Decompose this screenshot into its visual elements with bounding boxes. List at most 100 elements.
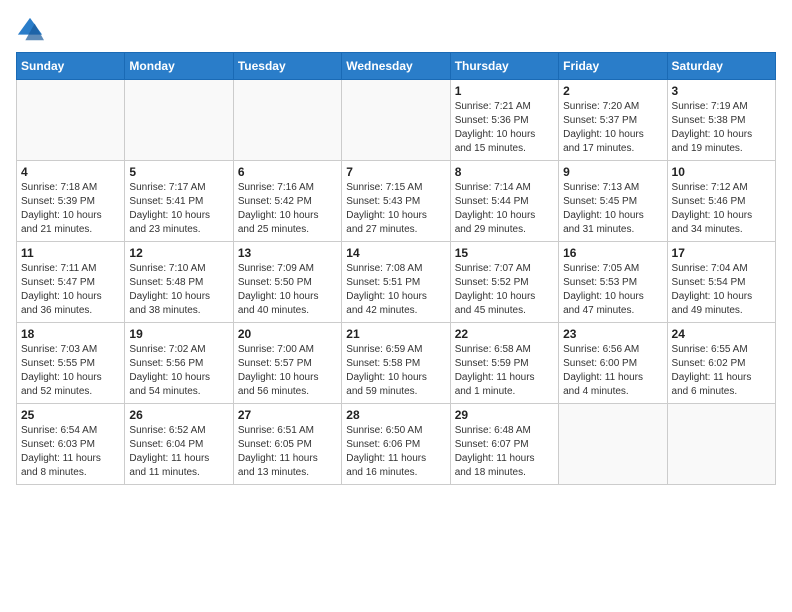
day-info: Sunrise: 7:15 AM Sunset: 5:43 PM Dayligh… xyxy=(346,181,445,237)
calendar-cell: 27 Sunrise: 6:51 AM Sunset: 6:05 PM Dayli… xyxy=(233,404,341,485)
day-info: Sunrise: 7:18 AM Sunset: 5:39 PM Dayligh… xyxy=(21,181,120,237)
day-number: 16 xyxy=(563,246,662,260)
day-info: Sunrise: 6:58 AM Sunset: 5:59 PM Dayligh… xyxy=(455,343,554,399)
day-info: Sunrise: 7:11 AM Sunset: 5:47 PM Dayligh… xyxy=(21,262,120,318)
day-number: 10 xyxy=(672,165,771,179)
calendar-table: SundayMondayTuesdayWednesdayThursdayFrid… xyxy=(16,52,776,485)
day-number: 2 xyxy=(563,84,662,98)
logo xyxy=(16,16,48,44)
day-info: Sunrise: 7:09 AM Sunset: 5:50 PM Dayligh… xyxy=(238,262,337,318)
calendar-cell: 21 Sunrise: 6:59 AM Sunset: 5:58 PM Dayli… xyxy=(342,323,450,404)
calendar-cell: 23Sunrise: 6:56 AM Sunset: 6:00 PM Dayli… xyxy=(559,323,667,404)
day-info: Sunrise: 7:12 AM Sunset: 5:46 PM Dayligh… xyxy=(672,181,771,237)
day-info: Sunrise: 6:50 AM Sunset: 6:06 PM Dayligh… xyxy=(346,424,445,480)
day-info: Sunrise: 7:05 AM Sunset: 5:53 PM Dayligh… xyxy=(563,262,662,318)
calendar-week-row: 1 Sunrise: 7:21 AM Sunset: 5:36 PM Daylig… xyxy=(17,80,776,161)
day-number: 9 xyxy=(563,165,662,179)
day-number: 18 xyxy=(21,327,120,341)
calendar-cell xyxy=(559,404,667,485)
day-number: 6 xyxy=(238,165,337,179)
day-header-thursday: Thursday xyxy=(450,53,558,80)
calendar-cell: 29 Sunrise: 6:48 AM Sunset: 6:07 PM Dayli… xyxy=(450,404,558,485)
day-info: Sunrise: 6:59 AM Sunset: 5:58 PM Dayligh… xyxy=(346,343,445,399)
calendar-cell xyxy=(17,80,125,161)
day-info: Sunrise: 7:17 AM Sunset: 5:41 PM Dayligh… xyxy=(129,181,228,237)
calendar-cell: 4Sunrise: 7:18 AM Sunset: 5:39 PM Daylig… xyxy=(17,161,125,242)
calendar-cell xyxy=(342,80,450,161)
day-info: Sunrise: 7:00 AM Sunset: 5:57 PM Dayligh… xyxy=(238,343,337,399)
calendar-cell: 28 Sunrise: 6:50 AM Sunset: 6:06 PM Dayli… xyxy=(342,404,450,485)
day-info: Sunrise: 7:14 AM Sunset: 5:44 PM Dayligh… xyxy=(455,181,554,237)
day-info: Sunrise: 7:03 AM Sunset: 5:55 PM Dayligh… xyxy=(21,343,120,399)
calendar-cell: 14 Sunrise: 7:08 AM Sunset: 5:51 PM Dayli… xyxy=(342,242,450,323)
day-info: Sunrise: 7:20 AM Sunset: 5:37 PM Dayligh… xyxy=(563,100,662,156)
calendar-cell: 7Sunrise: 7:15 AM Sunset: 5:43 PM Daylig… xyxy=(342,161,450,242)
day-number: 13 xyxy=(238,246,337,260)
day-info: Sunrise: 7:08 AM Sunset: 5:51 PM Dayligh… xyxy=(346,262,445,318)
calendar-cell xyxy=(233,80,341,161)
day-info: Sunrise: 7:13 AM Sunset: 5:45 PM Dayligh… xyxy=(563,181,662,237)
calendar-week-row: 18 Sunrise: 7:03 AM Sunset: 5:55 PM Dayli… xyxy=(17,323,776,404)
day-header-monday: Monday xyxy=(125,53,233,80)
calendar-cell: 2 Sunrise: 7:20 AM Sunset: 5:37 PM Daylig… xyxy=(559,80,667,161)
day-header-tuesday: Tuesday xyxy=(233,53,341,80)
day-header-wednesday: Wednesday xyxy=(342,53,450,80)
calendar-cell: 5 Sunrise: 7:17 AM Sunset: 5:41 PM Daylig… xyxy=(125,161,233,242)
day-header-saturday: Saturday xyxy=(667,53,775,80)
calendar-cell: 6 Sunrise: 7:16 AM Sunset: 5:42 PM Daylig… xyxy=(233,161,341,242)
calendar-cell: 15Sunrise: 7:07 AM Sunset: 5:52 PM Dayli… xyxy=(450,242,558,323)
day-number: 27 xyxy=(238,408,337,422)
day-info: Sunrise: 7:02 AM Sunset: 5:56 PM Dayligh… xyxy=(129,343,228,399)
calendar-cell: 22 Sunrise: 6:58 AM Sunset: 5:59 PM Dayli… xyxy=(450,323,558,404)
calendar-cell: 24 Sunrise: 6:55 AM Sunset: 6:02 PM Dayli… xyxy=(667,323,775,404)
day-info: Sunrise: 7:16 AM Sunset: 5:42 PM Dayligh… xyxy=(238,181,337,237)
day-header-friday: Friday xyxy=(559,53,667,80)
day-number: 15 xyxy=(455,246,554,260)
calendar-cell: 18 Sunrise: 7:03 AM Sunset: 5:55 PM Dayli… xyxy=(17,323,125,404)
calendar-cell: 26 Sunrise: 6:52 AM Sunset: 6:04 PM Dayli… xyxy=(125,404,233,485)
calendar-cell: 20 Sunrise: 7:00 AM Sunset: 5:57 PM Dayli… xyxy=(233,323,341,404)
day-number: 5 xyxy=(129,165,228,179)
day-number: 24 xyxy=(672,327,771,341)
day-number: 8 xyxy=(455,165,554,179)
day-info: Sunrise: 7:10 AM Sunset: 5:48 PM Dayligh… xyxy=(129,262,228,318)
calendar-cell: 10 Sunrise: 7:12 AM Sunset: 5:46 PM Dayli… xyxy=(667,161,775,242)
day-number: 20 xyxy=(238,327,337,341)
day-number: 19 xyxy=(129,327,228,341)
day-number: 25 xyxy=(21,408,120,422)
day-info: Sunrise: 6:55 AM Sunset: 6:02 PM Dayligh… xyxy=(672,343,771,399)
day-info: Sunrise: 6:48 AM Sunset: 6:07 PM Dayligh… xyxy=(455,424,554,480)
calendar-cell: 17 Sunrise: 7:04 AM Sunset: 5:54 PM Dayli… xyxy=(667,242,775,323)
day-number: 12 xyxy=(129,246,228,260)
calendar-cell: 1 Sunrise: 7:21 AM Sunset: 5:36 PM Daylig… xyxy=(450,80,558,161)
day-info: Sunrise: 6:51 AM Sunset: 6:05 PM Dayligh… xyxy=(238,424,337,480)
day-header-sunday: Sunday xyxy=(17,53,125,80)
calendar-cell: 12 Sunrise: 7:10 AM Sunset: 5:48 PM Dayli… xyxy=(125,242,233,323)
page-header xyxy=(16,16,776,44)
calendar-cell xyxy=(667,404,775,485)
calendar-cell: 19 Sunrise: 7:02 AM Sunset: 5:56 PM Dayli… xyxy=(125,323,233,404)
day-number: 22 xyxy=(455,327,554,341)
day-info: Sunrise: 6:54 AM Sunset: 6:03 PM Dayligh… xyxy=(21,424,120,480)
day-info: Sunrise: 7:19 AM Sunset: 5:38 PM Dayligh… xyxy=(672,100,771,156)
day-number: 3 xyxy=(672,84,771,98)
day-number: 14 xyxy=(346,246,445,260)
calendar-week-row: 11Sunrise: 7:11 AM Sunset: 5:47 PM Dayli… xyxy=(17,242,776,323)
calendar-cell: 8 Sunrise: 7:14 AM Sunset: 5:44 PM Daylig… xyxy=(450,161,558,242)
calendar-cell: 25 Sunrise: 6:54 AM Sunset: 6:03 PM Dayli… xyxy=(17,404,125,485)
logo-icon xyxy=(16,16,44,44)
day-number: 21 xyxy=(346,327,445,341)
day-info: Sunrise: 7:21 AM Sunset: 5:36 PM Dayligh… xyxy=(455,100,554,156)
day-number: 28 xyxy=(346,408,445,422)
day-number: 29 xyxy=(455,408,554,422)
calendar-cell: 9 Sunrise: 7:13 AM Sunset: 5:45 PM Daylig… xyxy=(559,161,667,242)
day-number: 26 xyxy=(129,408,228,422)
calendar-cell xyxy=(125,80,233,161)
day-number: 1 xyxy=(455,84,554,98)
day-info: Sunrise: 7:04 AM Sunset: 5:54 PM Dayligh… xyxy=(672,262,771,318)
calendar-header-row: SundayMondayTuesdayWednesdayThursdayFrid… xyxy=(17,53,776,80)
day-info: Sunrise: 6:52 AM Sunset: 6:04 PM Dayligh… xyxy=(129,424,228,480)
calendar-week-row: 25 Sunrise: 6:54 AM Sunset: 6:03 PM Dayli… xyxy=(17,404,776,485)
calendar-cell: 13 Sunrise: 7:09 AM Sunset: 5:50 PM Dayli… xyxy=(233,242,341,323)
day-number: 17 xyxy=(672,246,771,260)
